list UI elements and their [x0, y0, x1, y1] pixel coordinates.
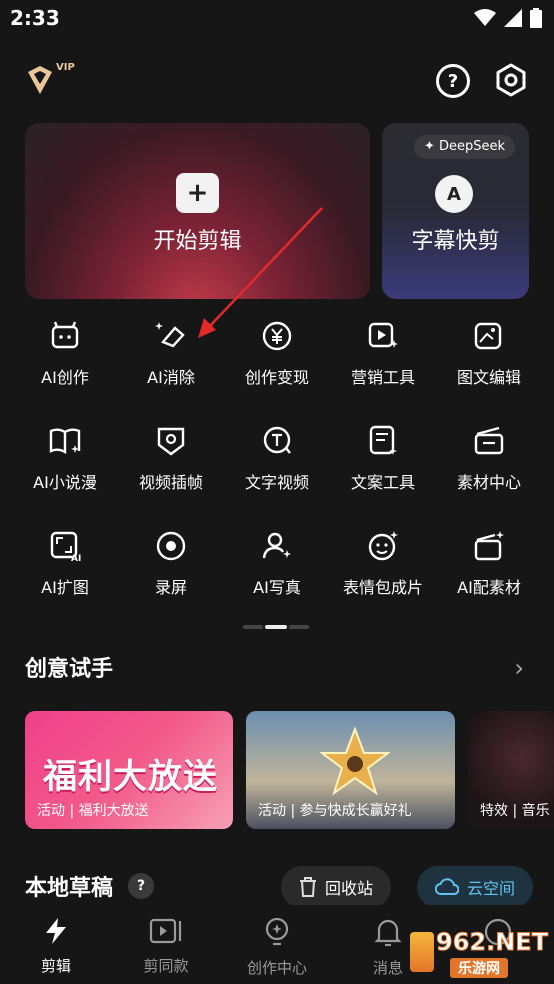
tool-clapper[interactable]: 素材中心	[436, 423, 542, 493]
tool-label: 视频插帧	[138, 473, 203, 492]
site-watermark: 962.NET 乐游网	[410, 928, 550, 984]
tool-emoji[interactable]: 表情包成片	[330, 528, 436, 598]
local-drafts-title: 本地草稿	[25, 876, 114, 901]
promo-tag: 特效 | 音乐	[480, 803, 550, 819]
trash-icon	[300, 877, 316, 897]
creative-section-title: 创意试手	[25, 657, 114, 682]
help-icon: ?	[447, 70, 459, 92]
subtitle-avatar-icon: A	[435, 175, 473, 213]
battery-icon	[530, 8, 542, 28]
record-icon	[156, 531, 186, 561]
tool-label: 图文编辑	[456, 368, 521, 387]
nav-template[interactable]: 剪同款	[116, 917, 216, 976]
tool-label: 素材中心	[456, 473, 521, 492]
tool-label: AI消除	[147, 368, 195, 387]
clapper-icon	[474, 426, 504, 455]
subtitle-quick-edit-label: 字幕快剪	[411, 229, 500, 254]
tool-shield-frame[interactable]: 视频插帧	[118, 423, 224, 493]
nav-edit[interactable]: 剪辑	[6, 917, 106, 976]
portrait-icon	[262, 532, 291, 559]
image-edit-icon	[474, 322, 502, 350]
lightning-icon	[46, 918, 66, 944]
cloud-space-label: 云空间	[467, 879, 516, 898]
tool-label: AI写真	[253, 578, 301, 597]
tool-clapper-sparkle[interactable]: AI配素材	[436, 528, 542, 598]
deepseek-label: DeepSeek	[439, 139, 506, 154]
recycle-bin-button[interactable]: 回收站	[281, 866, 392, 908]
promo-card-growth[interactable]: 活动 | 参与快成长赢好礼	[246, 711, 455, 829]
nav-label: 剪同款	[143, 957, 189, 975]
svg-text:AI: AI	[71, 554, 81, 564]
bell-icon	[374, 919, 402, 947]
tool-label: 文案工具	[350, 473, 415, 492]
watermark-subtext: 乐游网	[450, 958, 508, 978]
eraser-icon	[155, 322, 185, 348]
page-dot-active	[265, 625, 287, 629]
vip-badge: VIP	[56, 62, 75, 73]
tool-image-edit[interactable]: 图文编辑	[436, 318, 542, 388]
tool-yen[interactable]: 创作变现	[224, 318, 330, 388]
expand-image-icon: AI	[50, 531, 81, 564]
tool-document[interactable]: 文案工具	[330, 423, 436, 493]
yen-icon	[262, 321, 292, 351]
tool-record[interactable]: 录屏	[118, 528, 224, 598]
wifi-icon	[474, 9, 496, 26]
subtitle-quick-edit-card[interactable]: ✦ DeepSeek A 字幕快剪	[382, 123, 529, 299]
help-button[interactable]: ?	[436, 64, 470, 98]
page-indicator	[243, 625, 309, 629]
page-dot	[289, 625, 309, 629]
document-icon	[369, 425, 397, 455]
video-template-icon	[149, 918, 182, 944]
nav-creator-center[interactable]: 创作中心	[227, 917, 327, 978]
cloud-icon	[435, 878, 459, 895]
tool-label: 录屏	[154, 578, 187, 597]
nav-label: 剪辑	[40, 957, 71, 975]
tool-text-bubble[interactable]: 文字视频	[224, 423, 330, 493]
sparkle-icon: ✦	[424, 139, 440, 154]
tool-expand-image[interactable]: AI AI扩图	[12, 528, 118, 598]
vip-logo[interactable]: VIP	[24, 62, 80, 102]
tool-play-sparkle[interactable]: 营销工具	[330, 318, 436, 388]
watermark-text: 962.NET	[435, 928, 549, 957]
promo-headline: 福利大放送	[43, 757, 218, 797]
promo-tag: 活动 | 参与快成长赢好礼	[258, 803, 412, 819]
tool-label: 文字视频	[244, 473, 309, 492]
clapper-sparkle-icon	[474, 531, 504, 561]
watermark-logo-icon	[410, 932, 434, 972]
promo-tag: 活动 | 福利大放送	[37, 803, 149, 819]
emoji-icon	[368, 531, 398, 561]
bulb-icon	[265, 917, 289, 946]
cloud-space-button[interactable]: 云空间	[417, 866, 534, 908]
tool-label: AI小说漫	[33, 473, 97, 492]
play-sparkle-icon	[368, 322, 398, 348]
drafts-help-icon[interactable]: ?	[128, 873, 154, 899]
signal-icon	[504, 9, 522, 27]
tool-eraser[interactable]: AI消除	[118, 318, 224, 388]
tool-label: AI扩图	[41, 578, 89, 597]
tool-label: 创作变现	[244, 368, 309, 387]
deepseek-badge: ✦ DeepSeek	[414, 135, 516, 159]
settings-button[interactable]	[494, 62, 528, 102]
promo-card-welfare[interactable]: 福利大放送 活动 | 福利大放送	[25, 711, 233, 829]
tool-book[interactable]: AI小说漫	[12, 423, 118, 493]
tool-label: AI配素材	[457, 578, 521, 597]
tool-portrait[interactable]: AI写真	[224, 528, 330, 598]
status-time: 2:33	[10, 6, 60, 30]
tool-label: AI创作	[41, 368, 89, 387]
page-dot	[243, 625, 263, 629]
star-icon	[320, 727, 390, 796]
text-bubble-icon	[263, 426, 291, 454]
settings-icon	[496, 63, 526, 97]
book-icon	[49, 428, 81, 455]
tool-robot[interactable]: AI创作	[12, 318, 118, 388]
recycle-bin-label: 回收站	[325, 879, 374, 898]
shield-frame-icon	[157, 427, 185, 456]
robot-icon	[51, 321, 79, 349]
promo-card-effects[interactable]: 特效 | 音乐	[468, 711, 554, 829]
chevron-right-icon[interactable]: ›	[514, 654, 524, 682]
status-icons	[474, 8, 542, 28]
tool-label: 表情包成片	[342, 578, 423, 597]
tool-label: 营销工具	[350, 368, 415, 387]
nav-label: 创作中心	[246, 959, 307, 977]
